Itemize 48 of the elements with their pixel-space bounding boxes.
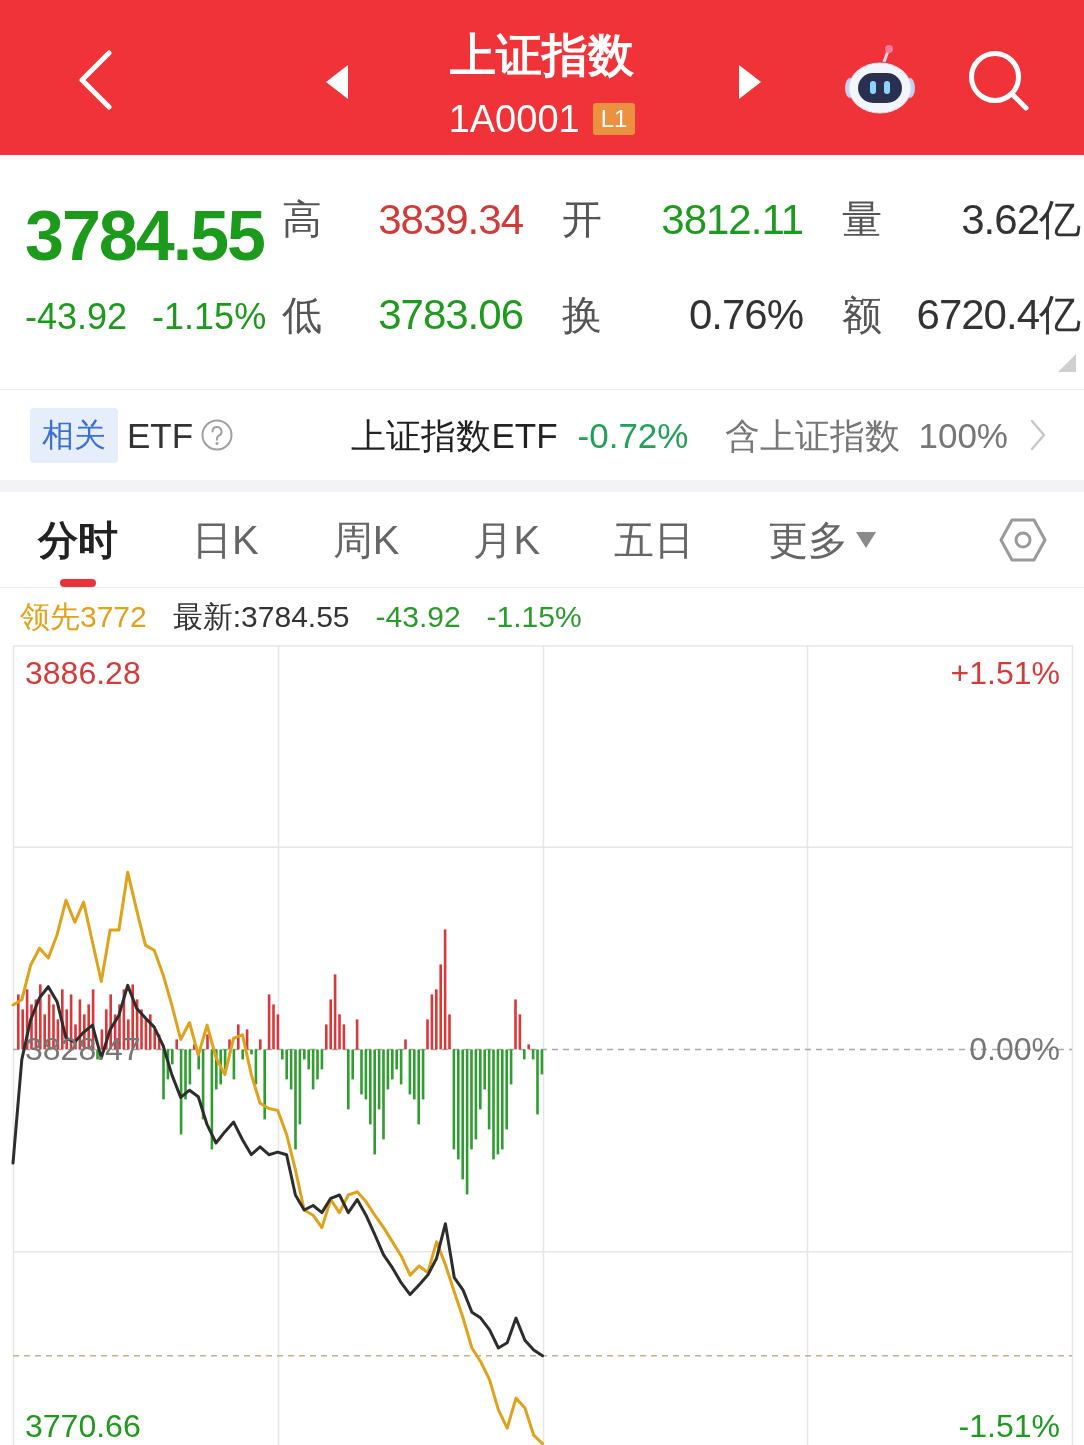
axis-label: 0.00%	[969, 1033, 1060, 1066]
stat-value: 0.76%	[687, 294, 803, 336]
stat-value: 3.62亿	[960, 199, 1082, 241]
stat-label: 额	[842, 295, 882, 335]
chart-tab[interactable]: 周K	[332, 491, 400, 588]
caret-down-icon	[856, 531, 877, 548]
etf-name[interactable]: 上证指数ETF	[351, 417, 558, 453]
chart-tab[interactable]: 分时	[38, 491, 118, 588]
stat-value: 3783.06	[378, 294, 523, 336]
axis-label: -1.51%	[958, 1409, 1060, 1442]
back-icon	[78, 50, 112, 110]
stat-label: 开	[562, 199, 603, 239]
legend-text: 最新:3784.55	[172, 601, 350, 632]
legend-text: -43.92	[375, 601, 461, 632]
stat-label: 换	[562, 295, 603, 335]
stat-value: 3839.34	[378, 199, 523, 241]
search-icon	[968, 50, 1030, 112]
related-tag[interactable]: 相关	[30, 407, 118, 463]
axis-label: 3886.28	[25, 657, 141, 690]
chart-tab[interactable]: 日K	[192, 491, 259, 588]
robot-icon	[844, 44, 916, 114]
price-change: -43.92	[25, 299, 128, 335]
holding-label: 含上证指数	[725, 417, 901, 453]
level-badge: L1	[592, 103, 636, 135]
axis-label: 3770.66	[25, 1409, 141, 1442]
triangle-left-icon	[326, 65, 348, 99]
chart-tab[interactable]: 月K	[473, 491, 541, 588]
stat-value: 6720.4亿	[915, 294, 1082, 336]
legend-text: 领先3772	[20, 601, 147, 632]
index-code: 1A0001	[448, 100, 580, 138]
stat-label: 低	[282, 295, 323, 335]
holding-percent: 100%	[918, 417, 1008, 453]
stat-label: 量	[842, 199, 882, 239]
etf-label: ETF	[127, 417, 194, 453]
triangle-right-icon	[739, 65, 761, 99]
change-percent: -1.15%	[152, 299, 267, 335]
stat-label: 高	[282, 199, 323, 239]
stat-value: 3812.11	[660, 199, 803, 241]
assistant-button[interactable]	[844, 44, 916, 114]
last-price: 3784.55	[25, 199, 265, 271]
chart-tab[interactable]: 五日	[614, 491, 695, 588]
help-icon[interactable]	[201, 419, 234, 451]
search-button[interactable]	[968, 50, 1030, 112]
chart-tab[interactable]: 更多	[768, 491, 877, 588]
axis-label: +1.51%	[950, 657, 1060, 690]
index-title: 上证指数	[450, 28, 634, 83]
etf-change: -0.72%	[577, 417, 689, 453]
legend-text: -1.15%	[486, 601, 582, 632]
